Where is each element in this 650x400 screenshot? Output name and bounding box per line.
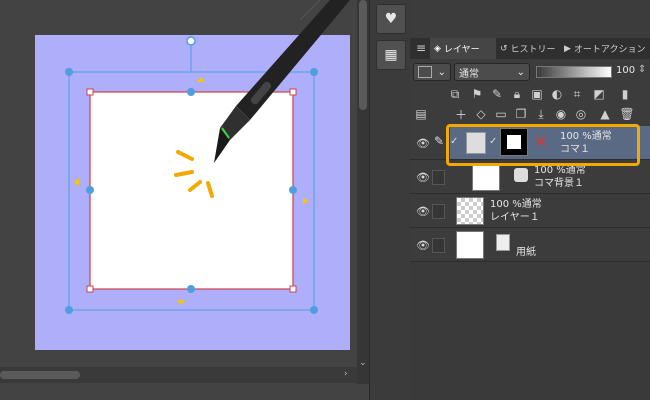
frame-corner-tl — [86, 88, 94, 96]
selected-layer-highlight — [446, 124, 640, 166]
lock-toggle[interactable] — [432, 238, 445, 253]
history-icon: ↺ — [500, 43, 508, 54]
new-vector-layer-icon[interactable]: ◇ — [472, 105, 490, 123]
draft-icon[interactable]: ✎ — [488, 85, 506, 103]
clip-icon[interactable]: ⧉ — [446, 85, 464, 103]
marker-left — [74, 178, 79, 186]
lock-toggle[interactable] — [432, 170, 445, 185]
layer-property-toolbar: ⧉ ⚑ ✎ 🔒︎ ▣ ◐ ⌗ ◩ ▮ — [410, 84, 650, 104]
layer-action-toolbar: ▤ ＋ ◇ ▭ ❐ ⤓ ◉ ◎ ▲ 🗑︎ — [410, 104, 650, 124]
auto-action-icon: ▶ — [564, 43, 571, 54]
handle-frame-top — [187, 88, 195, 96]
frame-selection-overlay[interactable] — [0, 0, 357, 367]
vertical-scroll-thumb[interactable] — [359, 0, 367, 110]
eye-icon[interactable]: 👁︎ — [416, 239, 430, 252]
eye-icon[interactable]: 👁︎ — [416, 205, 430, 218]
reference-icon[interactable]: ⚑ — [468, 85, 486, 103]
ruler-icon[interactable]: ⌗ — [568, 85, 586, 103]
canvas-area[interactable] — [0, 0, 357, 400]
merge-down-icon[interactable]: ⤓ — [532, 105, 550, 123]
frame-corner-br — [289, 285, 297, 293]
paper-icon — [496, 234, 510, 251]
palette-rail: ♥ ▦ — [369, 0, 410, 400]
layer-list-icon[interactable]: ▤ — [412, 105, 430, 123]
lock-toggle[interactable] — [432, 204, 445, 219]
opacity-stepper-icon[interactable]: ⇕ — [638, 64, 646, 75]
tab-auto-action-label: オートアクション — [573, 45, 646, 55]
tab-auto-action[interactable]: ▶ オートアクション — [560, 38, 650, 59]
marker-right — [303, 197, 308, 205]
handle-outer-tr — [310, 68, 318, 76]
lock-icon[interactable]: 🔒︎ — [508, 85, 526, 103]
scroll-down-icon[interactable]: ⌄ — [359, 358, 367, 368]
layer-list: 👁︎ ✎ ✓ ✓ ✕ 100 %通常 コマ１ 👁︎ 100 %通常 コマ背景１ — [410, 126, 650, 400]
layer-row-raster[interactable]: 👁︎ 100 %通常 レイヤー１ — [410, 194, 650, 228]
pen-icon[interactable]: ✎ — [434, 134, 444, 148]
blend-mode-value: 通常 — [459, 68, 479, 80]
layer-row-paper[interactable]: 👁︎ 用紙 — [410, 228, 650, 262]
rotation-handle — [186, 36, 196, 46]
layer-name-text: 用紙 — [516, 247, 536, 258]
marker-up — [197, 77, 205, 82]
apply-mask-icon[interactable]: ◎ — [572, 105, 590, 123]
layer-thumbnail — [472, 163, 500, 191]
layer-panel: ≡ ◈ レイヤー ↺ ヒストリー ▶ オートアクション ⌄ 通常 ⌄ 100 ⇕… — [410, 0, 650, 400]
opacity-slider[interactable] — [536, 66, 612, 78]
fill-layer-icon — [514, 168, 528, 182]
palette-color-icon[interactable]: ◩ — [590, 85, 608, 103]
tab-layer-label: レイヤー — [443, 45, 480, 55]
handle-frame-left — [86, 186, 94, 194]
tab-layer[interactable]: ◈ レイヤー — [430, 38, 496, 59]
layer-color-dropdown[interactable]: ⌄ — [413, 63, 451, 81]
tab-history-label: ヒストリー — [510, 45, 556, 55]
frame-corner-tr — [289, 88, 297, 96]
layer-mask-icon[interactable]: ◉ — [552, 105, 570, 123]
delete-layer-icon[interactable]: 🗑︎ — [618, 105, 636, 123]
blend-mode-dropdown[interactable]: 通常 ⌄ — [454, 63, 530, 81]
blend-opacity-row: ⌄ 通常 ⌄ 100 ⇕ — [410, 61, 650, 83]
handle-outer-tl — [65, 68, 73, 76]
eye-icon[interactable]: 👁︎ — [416, 171, 430, 184]
handle-frame-right — [289, 186, 297, 194]
mask-icon[interactable]: ◐ — [548, 85, 566, 103]
horizontal-scrollbar[interactable]: › — [0, 367, 357, 383]
frame-corner-bl — [86, 285, 94, 293]
handle-outer-bl — [65, 306, 73, 314]
handle-outer-br — [310, 306, 318, 314]
new-folder-icon[interactable]: ▭ — [492, 105, 510, 123]
tab-history[interactable]: ↺ ヒストリー — [496, 38, 560, 59]
horizontal-scroll-thumb[interactable] — [0, 371, 80, 379]
chevron-down-icon: ⌄ — [516, 66, 525, 78]
grid-icon[interactable]: ▦ — [376, 40, 406, 70]
layer-name-text: コマ背景１ — [534, 178, 584, 189]
eye-icon[interactable]: 👁︎ — [416, 137, 430, 150]
scroll-right-icon[interactable]: › — [344, 369, 348, 379]
move-up-icon[interactable]: ▲ — [596, 105, 614, 123]
mask-disabled-icon[interactable]: ▮ — [616, 85, 634, 103]
layer-name-text: レイヤー１ — [490, 212, 540, 223]
layers-icon: ◈ — [434, 43, 441, 54]
marker-down — [177, 300, 185, 305]
handle-frame-bottom — [187, 285, 195, 293]
panel-menu-icon[interactable]: ≡ — [412, 39, 430, 57]
copy-layer-icon[interactable]: ❐ — [512, 105, 530, 123]
opacity-value[interactable]: 100 — [616, 65, 635, 76]
vertical-scrollbar[interactable]: ⌄ — [357, 0, 369, 384]
chevron-down-icon: ⌄ — [437, 66, 446, 78]
layer-thumbnail — [456, 231, 484, 259]
layer-blend-text: 100 %通常 — [490, 199, 542, 210]
lock-alpha-icon[interactable]: ▣ — [528, 85, 546, 103]
heart-icon[interactable]: ♥ — [376, 4, 406, 34]
panel-tab-bar: ≡ ◈ レイヤー ↺ ヒストリー ▶ オートアクション — [410, 38, 650, 59]
layer-thumbnail — [456, 197, 484, 225]
new-raster-layer-icon[interactable]: ＋ — [452, 105, 470, 123]
layer-color-swatch — [418, 66, 432, 78]
